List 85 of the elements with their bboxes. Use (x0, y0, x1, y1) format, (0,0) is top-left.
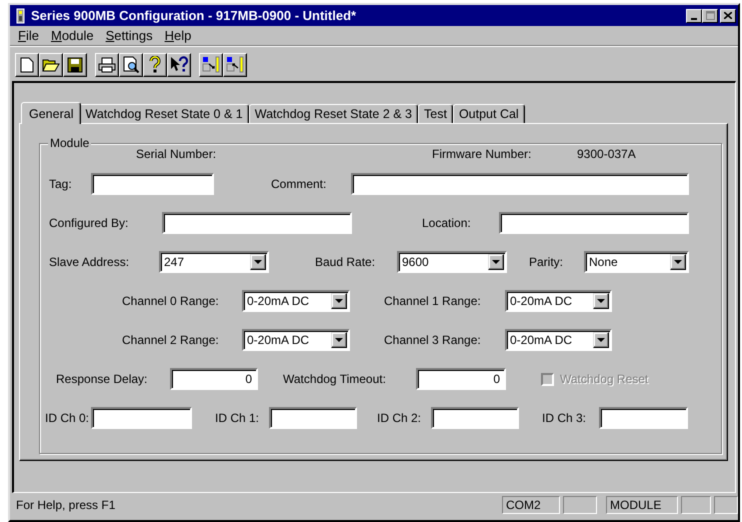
field-label: ID Ch 1: (215, 411, 260, 425)
print-button[interactable] (95, 52, 119, 76)
printer-icon (98, 56, 116, 72)
dropdown[interactable]: 0-20mA DC (242, 329, 350, 351)
field-label: Channel 2 Range: (122, 333, 220, 347)
dropdown[interactable]: 0-20mA DC (505, 290, 612, 312)
window-title: Series 900MB Configuration - 917MB-0900 - Untitled* (31, 8, 358, 23)
download-button[interactable] (223, 52, 247, 76)
open-button[interactable] (39, 52, 63, 76)
text-field[interactable] (499, 212, 689, 234)
caret-icon (597, 299, 605, 303)
page-magnifier-icon (122, 56, 140, 73)
field-label: Baud Rate: (315, 255, 376, 269)
tab[interactable]: Watchdog Reset State 2 & 3 (248, 104, 418, 123)
help-button[interactable] (143, 52, 167, 76)
text-field[interactable]: 0 (416, 368, 506, 390)
text-field[interactable] (269, 407, 357, 429)
caret-icon (597, 338, 605, 342)
minimize-icon (691, 18, 697, 20)
text-field[interactable] (599, 407, 688, 429)
field-label: Response Delay: (56, 372, 148, 386)
text-field[interactable] (91, 173, 214, 195)
transfer-right-icon (202, 56, 220, 73)
print-preview-button[interactable] (119, 52, 143, 76)
text-field[interactable] (431, 407, 519, 429)
dropdown[interactable]: None (584, 251, 689, 273)
field-label: Slave Address: (49, 255, 130, 269)
field-label: ID Ch 3: (542, 411, 588, 425)
field-label: Watchdog Timeout: (283, 372, 387, 386)
folder-icon (42, 57, 60, 72)
upload-button[interactable] (199, 52, 223, 76)
field-label: Parity: (529, 255, 564, 269)
dropdown[interactable]: 0-20mA DC (242, 290, 350, 312)
close-button[interactable] (720, 8, 736, 22)
context-help-button[interactable] (167, 52, 191, 76)
field-label: Channel 0 Range: (122, 294, 220, 308)
status-pane (681, 496, 711, 514)
field-label: Serial Number: (136, 147, 218, 161)
text-field[interactable] (351, 173, 689, 195)
status-pane: COM2 (502, 496, 560, 514)
field-label: Comment: (271, 177, 328, 191)
text-field[interactable] (162, 212, 352, 234)
status-pane: MODULE (606, 496, 678, 514)
firmware-value: 9300-037A (577, 147, 637, 161)
transfer-left-icon (226, 56, 244, 73)
tab[interactable]: General (21, 102, 82, 124)
device-icon (16, 8, 25, 24)
field-label: Channel 3 Range: (384, 333, 482, 347)
close-icon (724, 12, 732, 19)
caret-icon (335, 338, 343, 342)
new-button[interactable] (15, 52, 39, 76)
dropdown[interactable]: 247 (159, 251, 269, 273)
caret-icon (254, 260, 262, 264)
status-pane (563, 496, 597, 514)
arrow-question-icon (170, 56, 188, 73)
field-label: ID Ch 2: (377, 411, 422, 425)
tab[interactable]: Watchdog Reset State 0 & 1 (79, 104, 249, 123)
maximize-icon (706, 11, 714, 20)
field-label: ID Ch 0: (45, 411, 90, 425)
field-label: Configured By: (49, 216, 130, 230)
menu-item[interactable]: Settings (100, 28, 159, 43)
save-button[interactable] (63, 52, 87, 76)
maximize-button[interactable] (702, 8, 718, 22)
field-label: Channel 1 Range: (384, 294, 482, 308)
group-title: Module (48, 136, 92, 150)
menu-item[interactable]: Module (44, 28, 100, 43)
minimize-button[interactable] (686, 8, 702, 22)
dropdown[interactable]: 0-20mA DC (505, 329, 612, 351)
blank-page-icon (20, 56, 34, 72)
caret-icon (335, 299, 343, 303)
caret-icon (674, 260, 682, 264)
caret-icon (492, 260, 500, 264)
text-field[interactable] (91, 407, 192, 429)
tab[interactable]: Test (418, 104, 453, 123)
dropdown[interactable]: 9600 (397, 251, 507, 273)
menu-item[interactable]: Help (158, 28, 198, 43)
field-label: Firmware Number: (432, 147, 532, 161)
status-message: For Help, press F1 (15, 497, 116, 514)
field-label: Tag: (49, 177, 73, 191)
question-mark-icon (149, 56, 161, 73)
field-label: Location: (422, 216, 472, 230)
text-field[interactable]: 0 (170, 368, 258, 390)
status-pane (714, 496, 738, 514)
menu-item[interactable]: File (12, 28, 45, 43)
tab[interactable]: Output Cal (452, 104, 525, 123)
